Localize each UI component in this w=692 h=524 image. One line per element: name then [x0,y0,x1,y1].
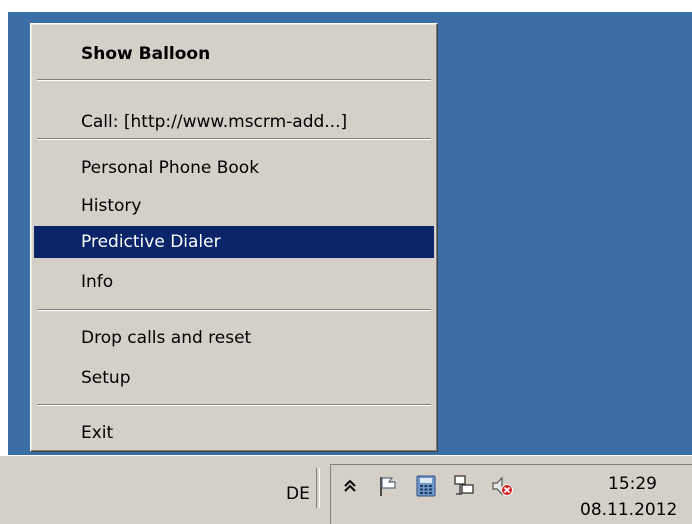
menu-separator [37,138,431,140]
volume-muted-icon[interactable] [490,474,514,498]
menu-item-personal-phone-book[interactable]: Personal Phone Book [34,152,434,184]
taskbar: DE 15:29 08.11.2012 [0,455,692,524]
menu-separator [37,79,431,81]
phone-app-icon[interactable] [414,474,438,498]
clock-time[interactable]: 15:29 [608,474,657,494]
network-icon[interactable] [452,474,476,498]
menu-item-drop-calls-and-reset[interactable]: Drop calls and reset [34,322,434,354]
taskbar-separator [316,468,320,508]
clock-date[interactable]: 08.11.2012 [580,500,677,520]
menu-item-history[interactable]: History [34,190,434,222]
tray-context-menu: Show Balloon Call: [http://www.mscrm-add… [30,23,438,452]
menu-item-exit[interactable]: Exit [34,417,434,449]
menu-item-setup[interactable]: Setup [34,362,434,394]
chevron-up-icon[interactable] [338,474,362,498]
menu-separator [37,404,431,406]
menu-item-call[interactable]: Call: [http://www.mscrm-add...] [34,106,434,138]
menu-item-info[interactable]: Info [34,266,434,298]
menu-item-show-balloon[interactable]: Show Balloon [34,38,434,70]
menu-separator [37,309,431,311]
language-indicator[interactable]: DE [286,484,310,504]
action-center-flag-icon[interactable] [376,474,400,498]
menu-item-predictive-dialer[interactable]: Predictive Dialer [34,226,434,258]
